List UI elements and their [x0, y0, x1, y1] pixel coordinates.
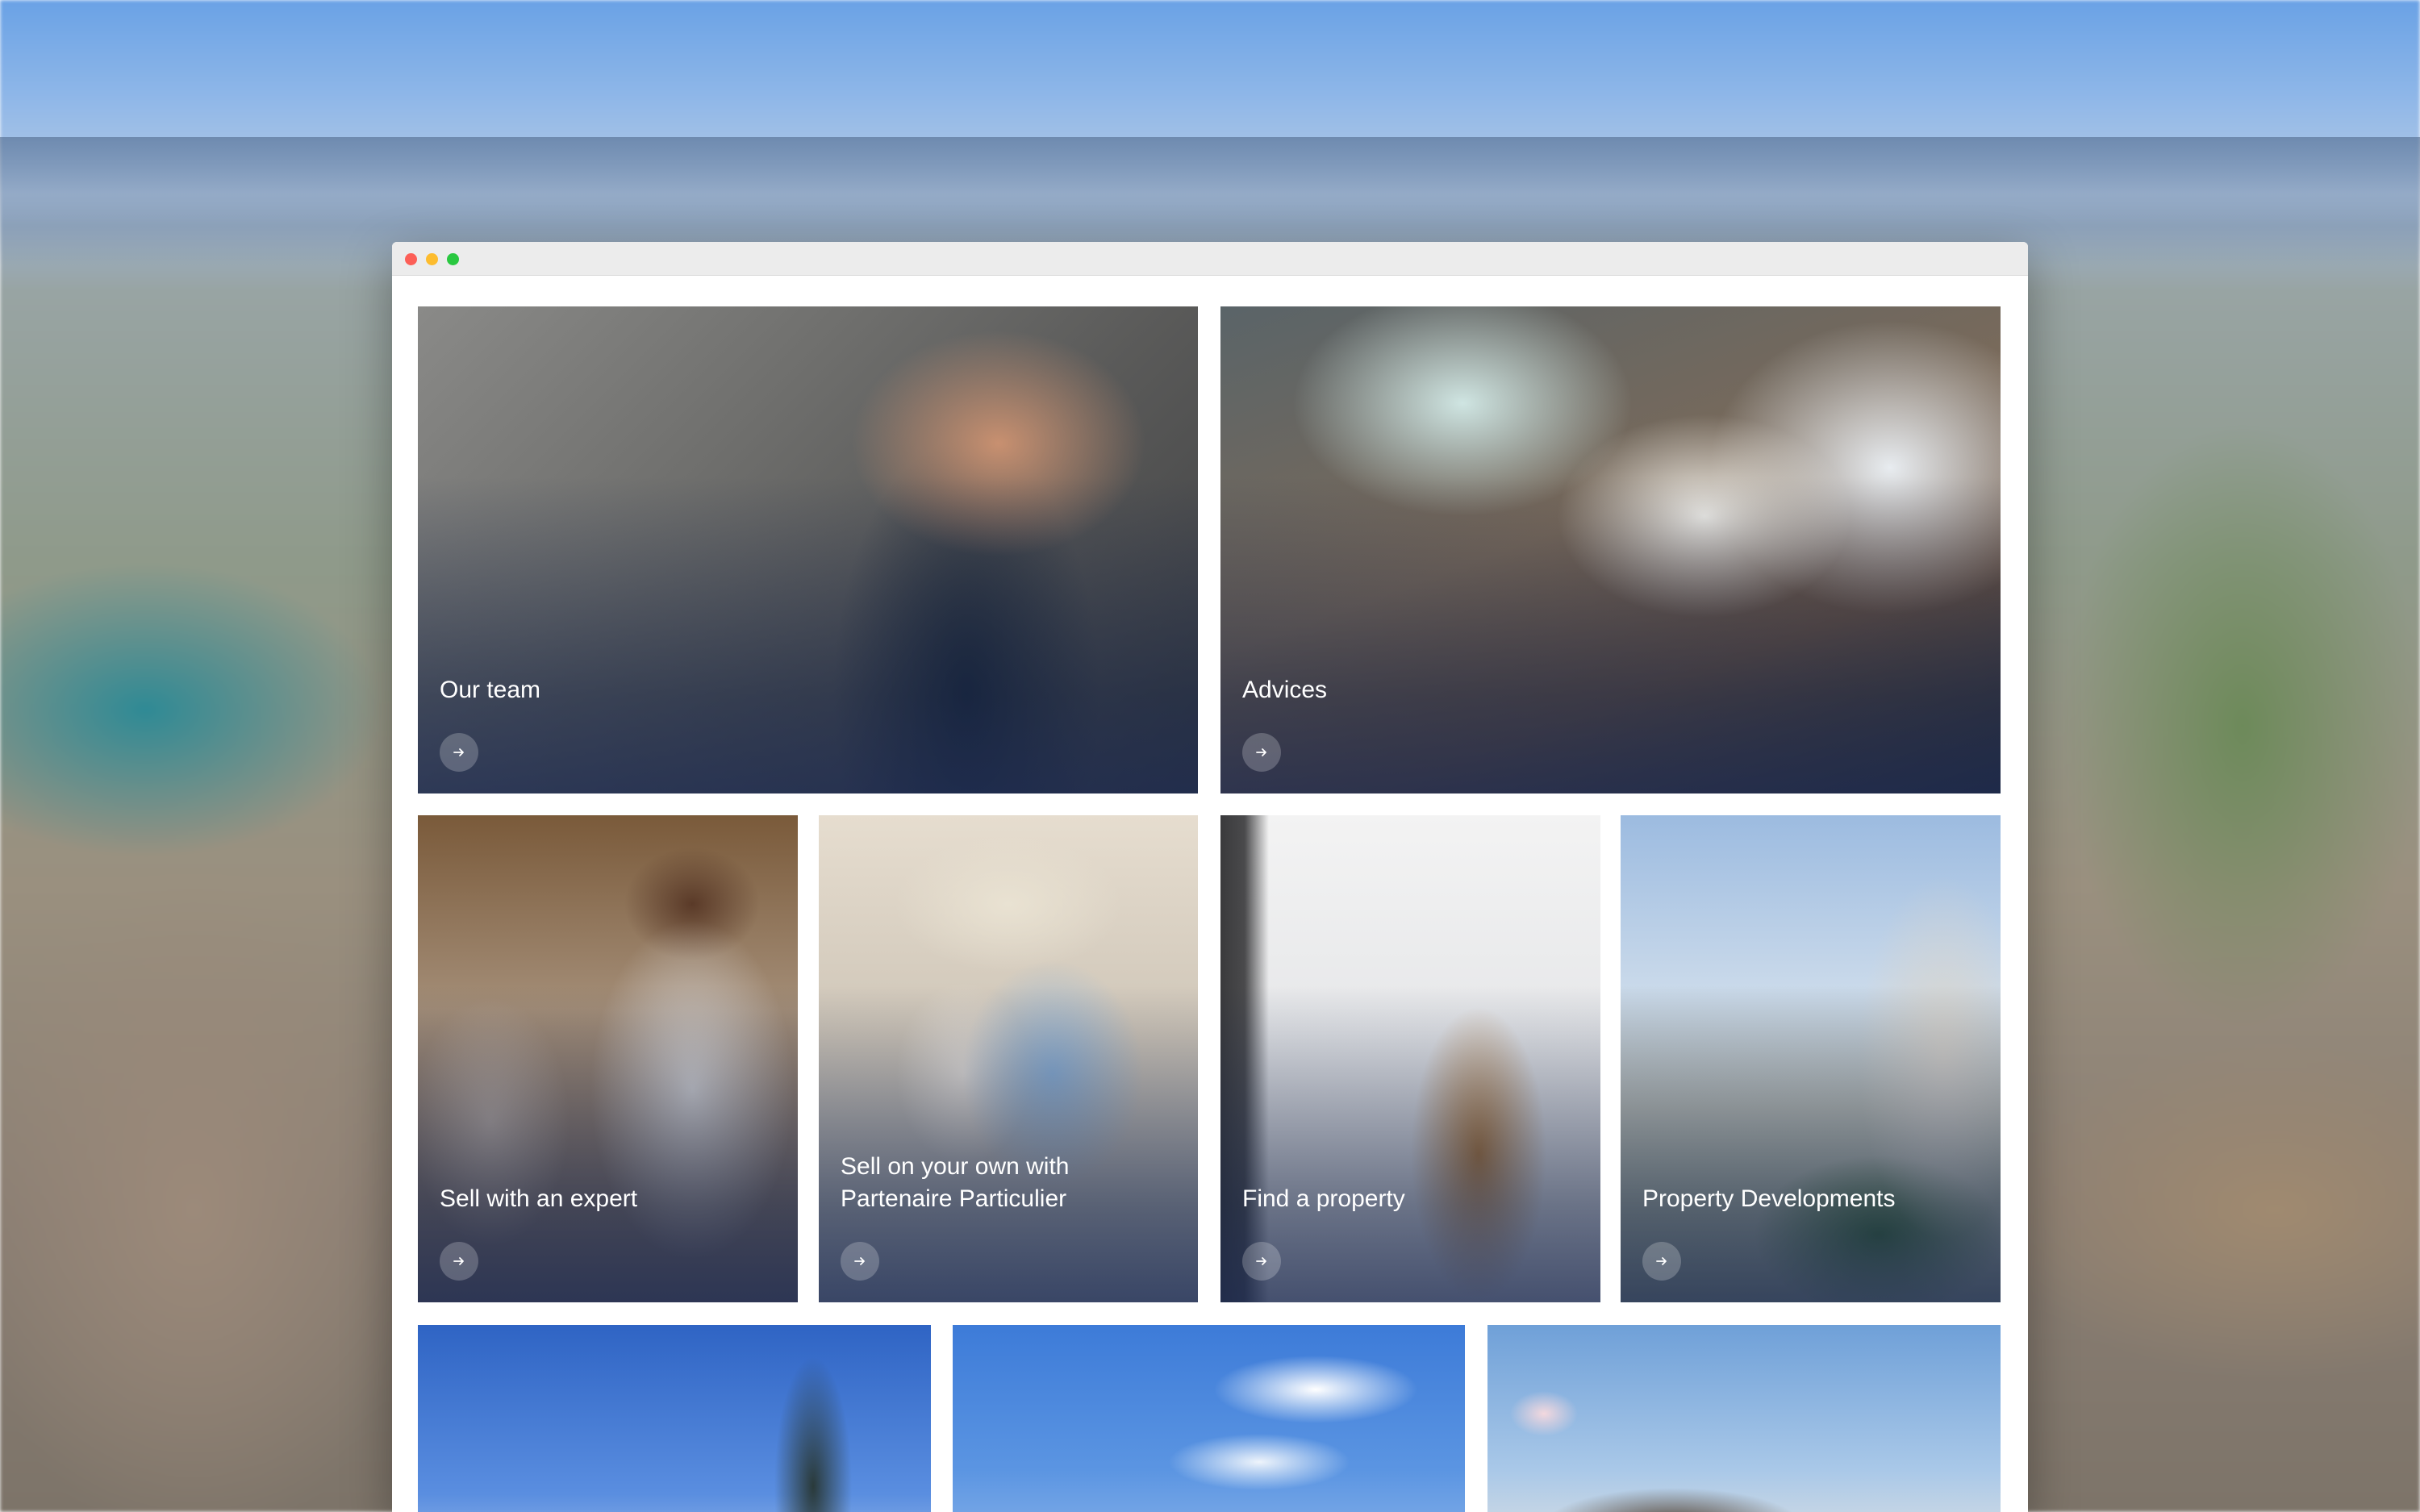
arrow-right-icon[interactable] [841, 1242, 879, 1281]
arrow-right-icon[interactable] [1242, 733, 1281, 772]
card-overlay [1621, 815, 2001, 1302]
window-titlebar [392, 242, 2028, 276]
card-label: Sell on your own with Partenaire Particu… [841, 1153, 1070, 1212]
maximize-window-button[interactable] [447, 253, 459, 265]
card-row3-house[interactable] [1487, 1325, 2001, 1512]
card-label: Find a property [1242, 1185, 1405, 1212]
church-spire-photo [418, 1325, 931, 1512]
card-overlay [418, 815, 798, 1302]
arrow-right-icon[interactable] [1642, 1242, 1681, 1281]
card-row3-church[interactable] [418, 1325, 931, 1512]
card-overlay [1220, 815, 1600, 1302]
card-label: Sell with an expert [440, 1185, 638, 1212]
card-property-developments[interactable]: Property Developments [1621, 815, 2001, 1302]
arrow-right-icon[interactable] [1242, 1242, 1281, 1281]
arrow-right-icon[interactable] [440, 1242, 478, 1281]
house-roof-photo [1487, 1325, 2001, 1512]
card-sell-with-expert[interactable]: Sell with an expert [418, 815, 798, 1302]
card-advices[interactable]: Advices [1220, 306, 2001, 793]
card-overlay [1220, 306, 2001, 793]
card-label: Advices [1242, 677, 1328, 703]
card-find-property[interactable]: Find a property [1220, 815, 1600, 1302]
arrow-right-icon[interactable] [440, 733, 478, 772]
sky-clouds-photo [953, 1325, 1465, 1512]
card-overlay [418, 306, 1198, 793]
card-our-team[interactable]: Our team [418, 306, 1198, 793]
browser-window: Our team Advices Sell with an expert Sel… [392, 242, 2028, 1512]
minimize-window-button[interactable] [426, 253, 438, 265]
card-label: Our team [440, 677, 541, 703]
card-row3-sky[interactable] [953, 1325, 1465, 1512]
card-label: Property Developments [1642, 1185, 1896, 1212]
close-window-button[interactable] [405, 253, 417, 265]
card-sell-on-your-own[interactable]: Sell on your own with Partenaire Particu… [819, 815, 1198, 1302]
card-overlay [819, 815, 1198, 1302]
